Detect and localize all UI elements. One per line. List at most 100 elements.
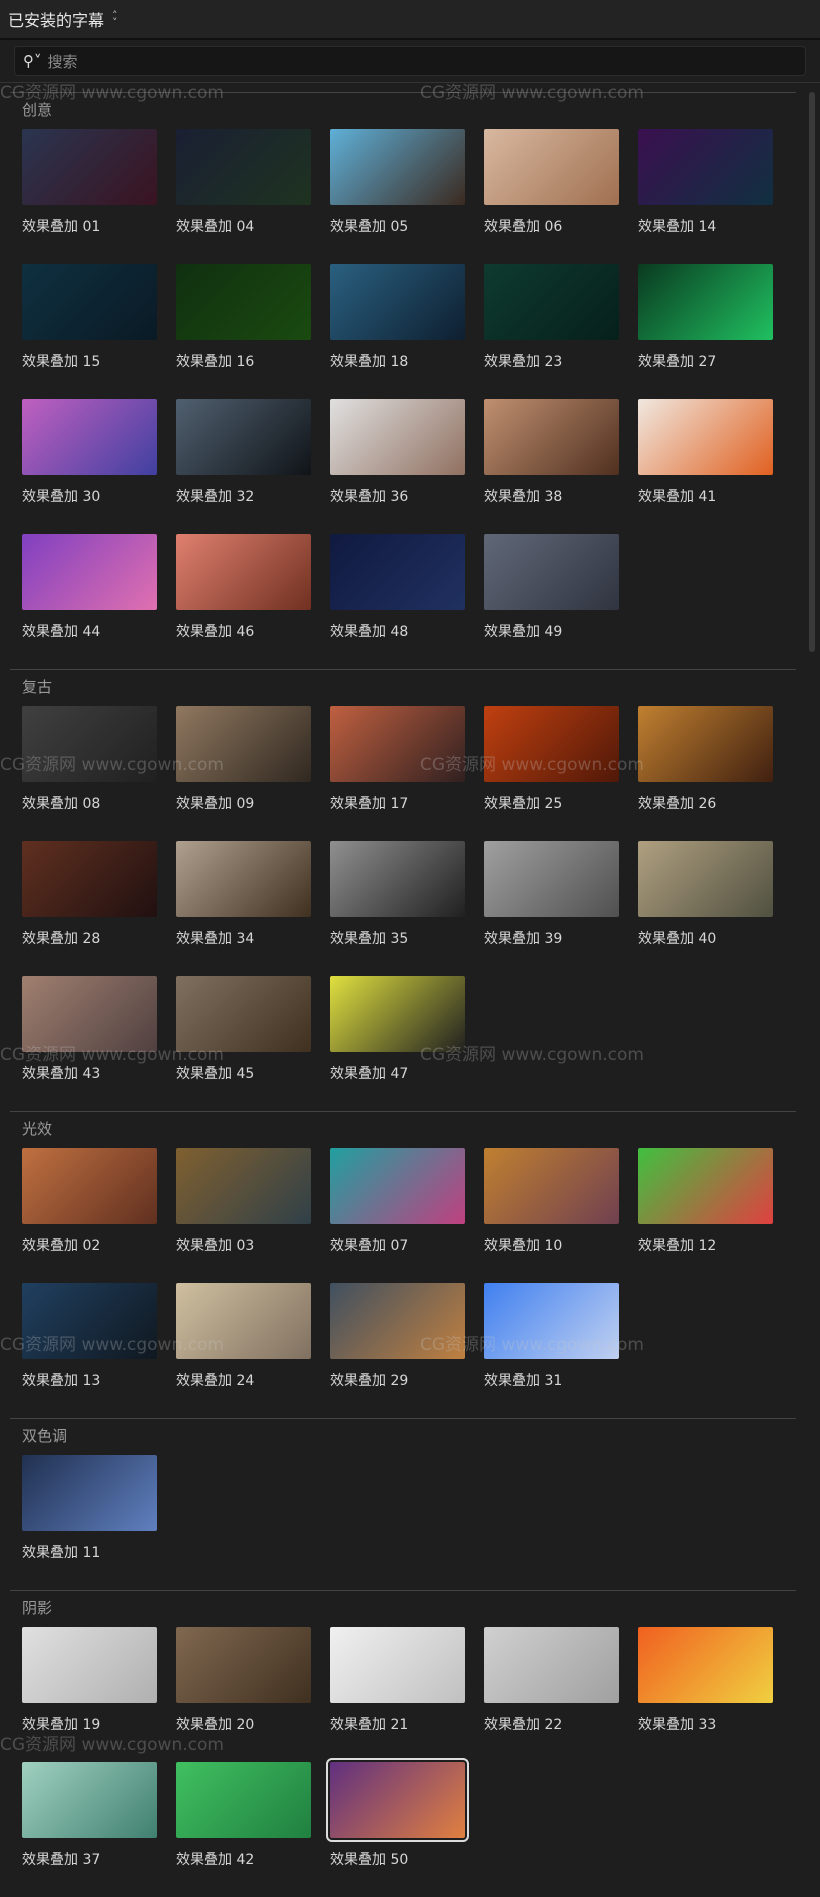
title-item[interactable]: 效果叠加 16 bbox=[176, 264, 330, 399]
thumbnail[interactable] bbox=[22, 1627, 157, 1703]
thumbnail[interactable] bbox=[484, 1283, 619, 1359]
title-item[interactable]: 效果叠加 43 bbox=[22, 976, 176, 1111]
title-item[interactable]: 效果叠加 49 bbox=[484, 534, 638, 669]
thumbnail[interactable] bbox=[176, 129, 311, 205]
title-item[interactable]: 效果叠加 33 bbox=[638, 1627, 792, 1762]
title-item[interactable]: 效果叠加 35 bbox=[330, 841, 484, 976]
thumbnail[interactable] bbox=[638, 129, 773, 205]
thumbnail[interactable] bbox=[22, 1283, 157, 1359]
title-item[interactable]: 效果叠加 03 bbox=[176, 1148, 330, 1283]
thumbnail[interactable] bbox=[484, 399, 619, 475]
search-icon[interactable]: ⚲˅ bbox=[23, 52, 42, 70]
thumbnail[interactable] bbox=[22, 841, 157, 917]
thumbnail[interactable] bbox=[22, 399, 157, 475]
title-item[interactable]: 效果叠加 17 bbox=[330, 706, 484, 841]
thumbnail[interactable] bbox=[176, 264, 311, 340]
thumbnail[interactable] bbox=[176, 1148, 311, 1224]
title-item[interactable]: 效果叠加 42 bbox=[176, 1762, 330, 1897]
title-item[interactable]: 效果叠加 46 bbox=[176, 534, 330, 669]
thumbnail[interactable] bbox=[330, 399, 465, 475]
title-item[interactable]: 效果叠加 29 bbox=[330, 1283, 484, 1418]
title-item[interactable]: 效果叠加 40 bbox=[638, 841, 792, 976]
thumbnail[interactable] bbox=[638, 1627, 773, 1703]
thumbnail[interactable] bbox=[22, 264, 157, 340]
title-item[interactable]: 效果叠加 31 bbox=[484, 1283, 638, 1418]
title-item[interactable]: 效果叠加 21 bbox=[330, 1627, 484, 1762]
title-item[interactable]: 效果叠加 47 bbox=[330, 976, 484, 1111]
thumbnail[interactable] bbox=[176, 534, 311, 610]
thumbnail[interactable] bbox=[22, 534, 157, 610]
thumbnail[interactable] bbox=[484, 264, 619, 340]
title-item[interactable]: 效果叠加 27 bbox=[638, 264, 792, 399]
title-item[interactable]: 效果叠加 19 bbox=[22, 1627, 176, 1762]
title-item[interactable]: 效果叠加 09 bbox=[176, 706, 330, 841]
title-item[interactable]: 效果叠加 28 bbox=[22, 841, 176, 976]
title-item[interactable]: 效果叠加 15 bbox=[22, 264, 176, 399]
thumbnail[interactable] bbox=[330, 1283, 465, 1359]
title-item[interactable]: 效果叠加 06 bbox=[484, 129, 638, 264]
title-item[interactable]: 效果叠加 18 bbox=[330, 264, 484, 399]
thumbnail[interactable] bbox=[330, 1627, 465, 1703]
title-item[interactable]: 效果叠加 45 bbox=[176, 976, 330, 1111]
thumbnail[interactable] bbox=[22, 1455, 157, 1531]
title-item[interactable]: 效果叠加 37 bbox=[22, 1762, 176, 1897]
title-item[interactable]: 效果叠加 26 bbox=[638, 706, 792, 841]
thumbnail[interactable] bbox=[176, 1283, 311, 1359]
chevron-updown-icon[interactable]: ˄ ˅ bbox=[112, 10, 118, 28]
title-item[interactable]: 效果叠加 07 bbox=[330, 1148, 484, 1283]
title-item[interactable]: 效果叠加 23 bbox=[484, 264, 638, 399]
thumbnail[interactable] bbox=[176, 1762, 311, 1838]
thumbnail[interactable] bbox=[484, 1627, 619, 1703]
title-item[interactable]: 效果叠加 08 bbox=[22, 706, 176, 841]
title-item[interactable]: 效果叠加 24 bbox=[176, 1283, 330, 1418]
title-item[interactable]: 效果叠加 10 bbox=[484, 1148, 638, 1283]
thumbnail[interactable] bbox=[330, 264, 465, 340]
scrollbar[interactable] bbox=[809, 92, 817, 1875]
title-item[interactable]: 效果叠加 11 bbox=[22, 1455, 176, 1590]
library-selector[interactable]: 已安装的字幕 bbox=[8, 7, 104, 31]
title-item[interactable]: 效果叠加 01 bbox=[22, 129, 176, 264]
title-item[interactable]: 效果叠加 48 bbox=[330, 534, 484, 669]
thumbnail[interactable] bbox=[330, 706, 465, 782]
thumbnail[interactable] bbox=[484, 534, 619, 610]
title-item[interactable]: 效果叠加 22 bbox=[484, 1627, 638, 1762]
thumbnail[interactable] bbox=[330, 976, 465, 1052]
title-item[interactable]: 效果叠加 50 bbox=[326, 1758, 484, 1897]
thumbnail[interactable] bbox=[638, 399, 773, 475]
title-item[interactable]: 效果叠加 05 bbox=[330, 129, 484, 264]
thumbnail[interactable] bbox=[176, 399, 311, 475]
thumbnail[interactable] bbox=[638, 706, 773, 782]
thumbnail[interactable] bbox=[330, 534, 465, 610]
thumbnail[interactable] bbox=[326, 1758, 469, 1842]
title-item[interactable]: 效果叠加 02 bbox=[22, 1148, 176, 1283]
title-item[interactable]: 效果叠加 12 bbox=[638, 1148, 792, 1283]
title-item[interactable]: 效果叠加 04 bbox=[176, 129, 330, 264]
thumbnail[interactable] bbox=[176, 1627, 311, 1703]
title-item[interactable]: 效果叠加 41 bbox=[638, 399, 792, 534]
title-item[interactable]: 效果叠加 34 bbox=[176, 841, 330, 976]
title-item[interactable]: 效果叠加 44 bbox=[22, 534, 176, 669]
title-item[interactable]: 效果叠加 32 bbox=[176, 399, 330, 534]
thumbnail[interactable] bbox=[330, 129, 465, 205]
title-item[interactable]: 效果叠加 39 bbox=[484, 841, 638, 976]
thumbnail[interactable] bbox=[484, 129, 619, 205]
search-field[interactable]: ⚲˅ 搜索 bbox=[14, 46, 806, 76]
title-item[interactable]: 效果叠加 25 bbox=[484, 706, 638, 841]
thumbnail[interactable] bbox=[638, 841, 773, 917]
thumbnail[interactable] bbox=[22, 706, 157, 782]
thumbnail[interactable] bbox=[22, 1762, 157, 1838]
title-item[interactable]: 效果叠加 14 bbox=[638, 129, 792, 264]
thumbnail[interactable] bbox=[330, 841, 465, 917]
thumbnail[interactable] bbox=[484, 706, 619, 782]
title-item[interactable]: 效果叠加 38 bbox=[484, 399, 638, 534]
title-item[interactable]: 效果叠加 36 bbox=[330, 399, 484, 534]
thumbnail[interactable] bbox=[176, 841, 311, 917]
thumbnail[interactable] bbox=[22, 976, 157, 1052]
thumbnail[interactable] bbox=[176, 976, 311, 1052]
title-item[interactable]: 效果叠加 13 bbox=[22, 1283, 176, 1418]
thumbnail[interactable] bbox=[484, 841, 619, 917]
thumbnail[interactable] bbox=[22, 1148, 157, 1224]
title-item[interactable]: 效果叠加 20 bbox=[176, 1627, 330, 1762]
thumbnail[interactable] bbox=[22, 129, 157, 205]
thumbnail[interactable] bbox=[176, 706, 311, 782]
